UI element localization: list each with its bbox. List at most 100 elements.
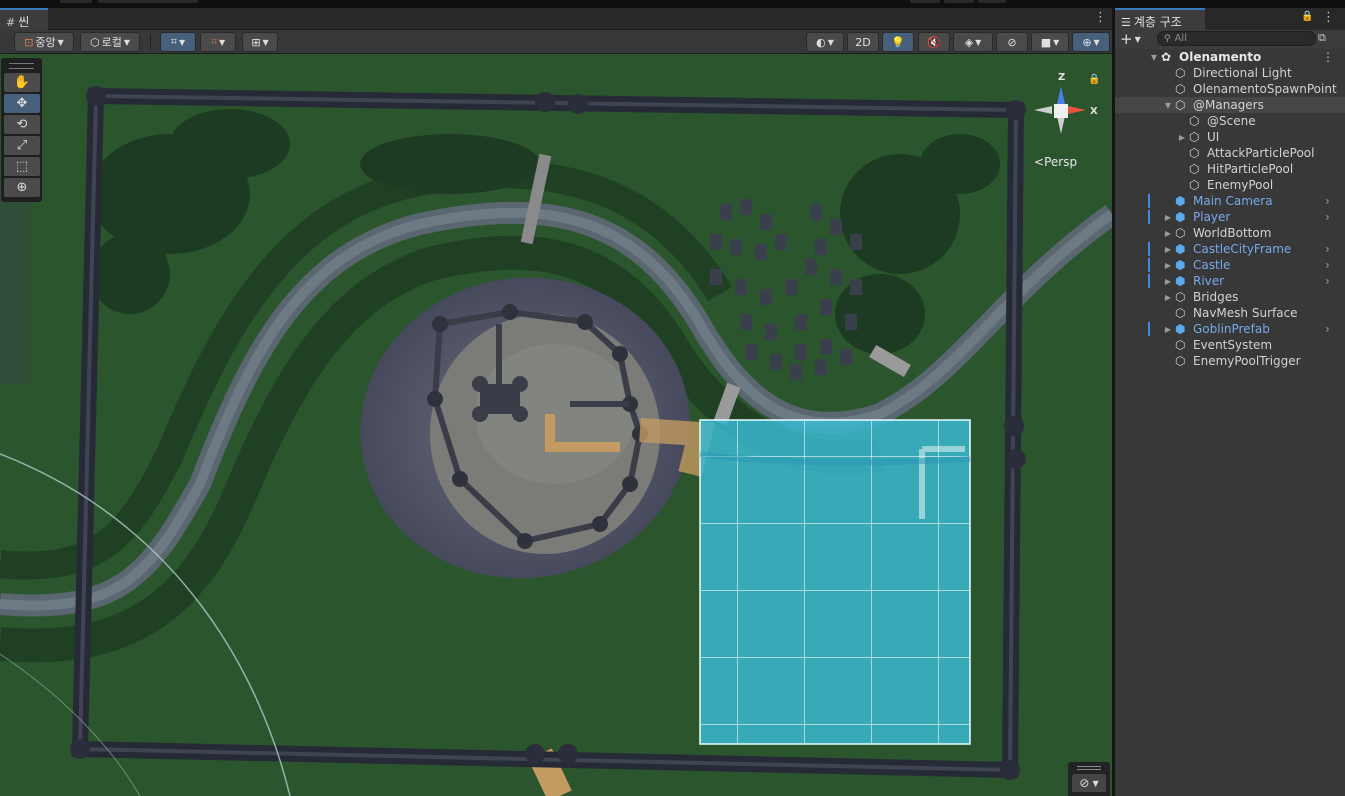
scene-tab-label: 씬 <box>18 15 30 29</box>
hierarchy-item-navmesh-surface[interactable]: ⬡ NavMesh Surface <box>1115 305 1345 321</box>
expand-arrow-icon[interactable]: ▼ <box>1149 53 1159 62</box>
hierarchy-item-goblin-prefab[interactable]: ▶ ⬢ GoblinPrefab › <box>1115 321 1345 337</box>
hierarchy-tab-label: 계층 구조 <box>1133 15 1182 29</box>
expand-arrow-icon[interactable]: ▶ <box>1163 325 1173 334</box>
hierarchy-item-enemy-pool[interactable]: ⬡ EnemyPool <box>1115 177 1345 193</box>
search-options-icon[interactable]: ⧉ <box>1318 31 1326 45</box>
compass-icon: ⊘ <box>1079 776 1090 790</box>
chevron-right-icon[interactable]: › <box>1325 210 1330 224</box>
expand-arrow-icon[interactable]: ▶ <box>1163 293 1173 302</box>
hierarchy-item-label: WorldBottom <box>1193 226 1272 240</box>
hierarchy-item-enemy-pool-trigger[interactable]: ⬡ EnemyPoolTrigger <box>1115 353 1345 369</box>
expand-arrow-icon[interactable]: ▼ <box>1163 101 1173 110</box>
projection-toggle[interactable]: <Persp <box>1034 155 1077 169</box>
gizmo-globe-icon: ⊕ <box>1082 35 1092 49</box>
hierarchy-item-hit-particle-pool[interactable]: ⬡ HitParticlePool <box>1115 161 1345 177</box>
expand-arrow-icon[interactable]: ▶ <box>1163 277 1173 286</box>
hierarchy-item-label: UI <box>1207 130 1220 144</box>
space-dropdown[interactable]: ⬡ 로컬 ▼ <box>80 32 140 52</box>
chevron-left-icon: < <box>1034 155 1045 169</box>
rect-tool-button[interactable]: ⬚ <box>4 157 40 176</box>
chevron-right-icon[interactable]: › <box>1325 258 1330 272</box>
snap-increment-toggle[interactable]: ⌗ ▼ <box>200 32 236 52</box>
drag-handle[interactable] <box>1077 766 1101 770</box>
chevron-down-icon: ▼ <box>262 37 269 47</box>
scene-toolbar: ⊡ 중앙 ▼ ⬡ 로컬 ▼ ⌗ ▼ ⌗ ▼ ⊞ ▼ ◐ ▼ 2D 💡 🔇 ◈ ▼ ⊘ ■ ▼ ⊕ ▼ <box>0 30 1112 54</box>
tab-hierarchy[interactable]: ☰ 계층 구조 <box>1115 8 1205 30</box>
hierarchy-item-label: AttackParticlePool <box>1207 146 1315 160</box>
2d-toggle-button[interactable]: 2D <box>847 32 879 52</box>
expand-arrow-icon[interactable]: ▶ <box>1163 245 1173 254</box>
camera-settings-dropdown[interactable]: ■ ▼ <box>1031 32 1069 52</box>
transform-tool-button[interactable]: ⊕ <box>4 178 40 197</box>
grid-snap-toggle[interactable]: ⌗ ▼ <box>160 32 196 52</box>
hierarchy-item-bridges[interactable]: ▶ ⬡ Bridges <box>1115 289 1345 305</box>
hierarchy-item-spawn-point[interactable]: ⬡ OlenamentoSpawnPoint <box>1115 81 1345 97</box>
draw-mode-dropdown[interactable]: ◐ ▼ <box>806 32 844 52</box>
expand-arrow-icon[interactable]: ▶ <box>1163 261 1173 270</box>
gameobject-cube-icon: ⬡ <box>1175 98 1186 112</box>
gameobject-cube-icon: ⬡ <box>1189 146 1200 160</box>
chevron-right-icon[interactable]: › <box>1325 274 1330 288</box>
gameobject-cube-icon: ⬡ <box>1189 162 1200 176</box>
scale-tool-button[interactable]: ⤢ <box>4 136 40 155</box>
hierarchy-item-label: Player <box>1193 210 1231 224</box>
scene-menu-icon[interactable]: ⋮ <box>1094 11 1107 25</box>
hierarchy-item-castle[interactable]: ▶ ⬢ Castle › <box>1115 257 1345 273</box>
expand-arrow-icon[interactable]: ▶ <box>1163 213 1173 222</box>
gizmos-dropdown[interactable]: ⊕ ▼ <box>1072 32 1110 52</box>
overlay-menu[interactable]: ⊘ ▼ <box>1068 762 1110 796</box>
chevron-right-icon[interactable]: › <box>1325 322 1330 336</box>
hierarchy-menu-icon[interactable]: ⋮ <box>1322 11 1335 25</box>
gameobject-cube-icon: ⬡ <box>1175 226 1186 240</box>
drag-handle[interactable] <box>9 63 34 69</box>
hierarchy-item-castle-city-frame[interactable]: ▶ ⬢ CastleCityFrame › <box>1115 241 1345 257</box>
rotate-icon: ⟲ <box>16 117 28 132</box>
expand-arrow-icon[interactable]: ▶ <box>1163 229 1173 238</box>
move-arrows-icon: ✥ <box>16 96 28 111</box>
gizmo-lock-icon[interactable]: 🔒 <box>1088 74 1100 85</box>
lighting-toggle[interactable]: 💡 <box>882 32 914 52</box>
hierarchy-item-managers[interactable]: ▼ ⬡ @Managers <box>1115 97 1345 113</box>
rotate-tool-button[interactable]: ⟲ <box>4 115 40 134</box>
move-tool-button[interactable]: ✥ <box>4 94 40 113</box>
effects-dropdown[interactable]: ◈ ▼ <box>953 32 993 52</box>
prefab-override-marker <box>1148 242 1150 256</box>
chevron-right-icon[interactable]: › <box>1325 194 1330 208</box>
hierarchy-item-world-bottom[interactable]: ▶ ⬡ WorldBottom <box>1115 225 1345 241</box>
create-button[interactable]: + ▼ <box>1120 30 1150 48</box>
hierarchy-item-attack-particle-pool[interactable]: ⬡ AttackParticlePool <box>1115 145 1345 161</box>
hierarchy-item-directional-light[interactable]: ⬡ Directional Light <box>1115 65 1345 81</box>
top-strip-block <box>98 0 198 3</box>
hierarchy-item-player[interactable]: ▶ ⬢ Player › <box>1115 209 1345 225</box>
ruler-dropdown[interactable]: ⊞ ▼ <box>242 32 278 52</box>
scene-root-row[interactable]: ▼ ✿ Olenamento ⋮ <box>1115 49 1345 65</box>
chevron-down-icon: ▼ <box>1093 37 1100 47</box>
pivot-dropdown[interactable]: ⊡ 중앙 ▼ <box>14 32 74 52</box>
hierarchy-item-main-camera[interactable]: ⬢ Main Camera › <box>1115 193 1345 209</box>
expand-arrow-icon[interactable]: ▶ <box>1177 133 1187 142</box>
hierarchy-item-ui[interactable]: ▶ ⬡ UI <box>1115 129 1345 145</box>
hierarchy-item-scene[interactable]: ⬡ @Scene <box>1115 113 1345 129</box>
hand-tool-button[interactable]: ✋ <box>4 73 40 92</box>
tab-scene[interactable]: # 씬 <box>0 8 48 30</box>
chevron-down-icon: ▼ <box>219 37 226 47</box>
scene-options-icon[interactable]: ⋮ <box>1322 50 1334 64</box>
unity-scene-icon: ✿ <box>1161 50 1172 64</box>
chevron-right-icon[interactable]: › <box>1325 242 1330 256</box>
hierarchy-lock-icon[interactable]: 🔒 <box>1301 11 1313 22</box>
scene-viewport[interactable] <box>0 54 1112 796</box>
hierarchy-item-event-system[interactable]: ⬡ EventSystem <box>1115 337 1345 353</box>
prefab-cube-icon: ⬢ <box>1175 258 1186 272</box>
hierarchy-item-label: River <box>1193 274 1225 288</box>
scene-visibility-toggle[interactable]: ⊘ <box>996 32 1028 52</box>
chevron-down-icon: ▼ <box>179 37 186 47</box>
gizmo-axis-x: X <box>1090 106 1098 117</box>
prefab-override-marker <box>1148 274 1150 288</box>
audio-toggle[interactable]: 🔇 <box>918 32 950 52</box>
hierarchy-search-input[interactable] <box>1174 33 1295 44</box>
prefab-cube-icon: ⬢ <box>1175 242 1186 256</box>
hierarchy-item-label: Directional Light <box>1193 66 1292 80</box>
hierarchy-search[interactable]: ⚲ <box>1157 31 1316 46</box>
hierarchy-item-river[interactable]: ▶ ⬢ River › <box>1115 273 1345 289</box>
